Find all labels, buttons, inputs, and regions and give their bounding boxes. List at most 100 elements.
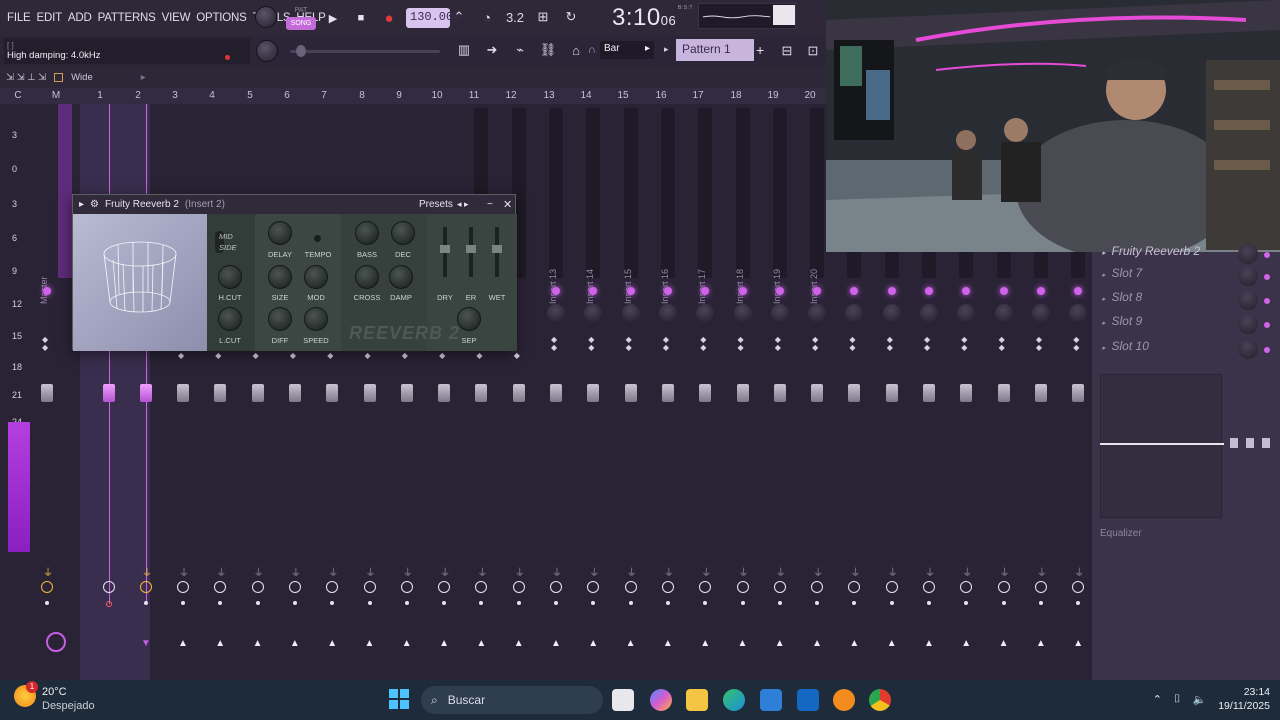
menu-patterns[interactable]: PATTERNS [95, 12, 159, 24]
strip-fader[interactable] [103, 384, 115, 402]
strip-mic-icon[interactable]: ⏚ [1037, 564, 1047, 579]
strip-mic-icon[interactable]: ⏚ [739, 564, 749, 579]
strip-route-icon[interactable] [475, 581, 488, 593]
strip-dot[interactable] [106, 601, 112, 607]
diff-knob[interactable] [268, 307, 292, 331]
strip-fader[interactable] [811, 384, 824, 402]
strip-io-icon[interactable]: ◆ ◆ [588, 336, 594, 352]
strip-fader[interactable] [773, 384, 786, 402]
strip-route-icon[interactable] [550, 581, 562, 593]
network-icon[interactable]: ⌷ [1174, 693, 1181, 706]
mixer-checkbox[interactable] [54, 72, 64, 82]
strip-dot[interactable] [1038, 601, 1043, 605]
taskbar-search[interactable]: ⌕ Buscar [421, 686, 603, 714]
slot-mix-knob[interactable] [1238, 244, 1258, 264]
strip-dot[interactable] [665, 601, 670, 605]
strip-dot[interactable] [181, 601, 185, 605]
strip-route-icon[interactable] [997, 581, 1010, 593]
strip-io-icon[interactable]: ◆ [476, 352, 482, 360]
effect-slot-10[interactable]: ▸ Slot 10 [1098, 339, 1274, 361]
slot-enable-dot[interactable] [1264, 252, 1270, 258]
strip-io-icon[interactable]: ◆ ◆ [700, 336, 706, 352]
chrome-icon[interactable] [869, 689, 891, 711]
mixer-strip-insert-18[interactable]: Insert 18 ◆ ◆ ⏚ ▲ [726, 104, 760, 680]
strip-route-arrow-icon[interactable]: ▲ [1073, 638, 1083, 649]
slot-enable-dot[interactable] [1264, 274, 1270, 280]
damp-knob[interactable] [389, 265, 413, 289]
windows-start-icon[interactable] [389, 689, 409, 709]
playlist-icon[interactable]: ⊟ [776, 40, 798, 62]
strip-route-arrow-icon[interactable]: ▲ [439, 638, 449, 649]
strip-fader[interactable] [661, 384, 674, 402]
strip-route-icon[interactable] [326, 581, 339, 593]
strip-fader[interactable] [400, 384, 413, 402]
strip-pan-knob[interactable] [770, 304, 789, 322]
main-volume-knob[interactable] [255, 6, 277, 28]
mixer-strip-insert-17[interactable]: Insert 17◆◆⏚▲ [688, 104, 722, 680]
strip-route-arrow-icon[interactable]: ▲ [476, 638, 486, 649]
strip-route-arrow-icon[interactable]: ▲ [626, 638, 636, 649]
strip-route-icon[interactable] [288, 581, 301, 593]
strip-dot[interactable] [442, 601, 447, 605]
strip-io-icon[interactable]: ◆ ◆ [1073, 336, 1079, 352]
strip-route-icon[interactable] [41, 581, 53, 593]
strip-enable-dot[interactable] [925, 287, 933, 295]
add-pattern-button[interactable]: + [756, 42, 764, 58]
plugin-title-bar[interactable]: ▸ ⚙ Fruity Reeverb 2 (Insert 2) Presets … [73, 195, 515, 214]
strip-fader[interactable] [251, 384, 264, 402]
strip-io-icon[interactable]: ◆ [365, 352, 371, 360]
presets-button[interactable]: Presets [419, 199, 453, 210]
strip-route-icon[interactable] [923, 581, 935, 593]
strip-mic-icon[interactable]: ⏚ [962, 564, 972, 579]
strip-route-icon[interactable] [177, 581, 189, 593]
mixer-strip-insert-1[interactable] [92, 104, 126, 680]
mixer-strip-insert-15[interactable]: Insert 15 ◆ ◆ ⏚ ▲ [614, 104, 648, 680]
hcut-knob[interactable] [218, 265, 242, 289]
strip-route-icon[interactable] [811, 581, 824, 593]
strip-enable-dot[interactable] [1036, 287, 1045, 295]
strip-fader[interactable] [997, 384, 1010, 402]
dry-slider[interactable] [440, 227, 450, 277]
strip-enable-dot[interactable] [43, 287, 51, 295]
channel-rack-icon[interactable]: ⊡ [802, 40, 824, 62]
mixer-strip-insert-4[interactable]: ◆ ⏚ ▲ [203, 104, 237, 680]
eq-band-2-fader[interactable] [1246, 438, 1254, 448]
strip-io-icon[interactable]: ◆ [514, 352, 520, 360]
file-explorer-icon[interactable] [686, 689, 708, 711]
strip-route-arrow-icon[interactable]: ▲ [1036, 638, 1046, 649]
strip-route-arrow-icon[interactable]: ▲ [215, 638, 225, 649]
strip-route-icon[interactable] [699, 581, 712, 593]
strip-io-icon[interactable]: ◆ ◆ [626, 336, 632, 352]
strip-io-icon[interactable]: ◆ ◆ [42, 336, 48, 352]
strip-enable-dot[interactable] [1074, 287, 1083, 295]
strip-io-icon[interactable]: ◆ ◆ [738, 336, 744, 352]
plugin-gear-icon[interactable]: ⚙ [90, 199, 99, 210]
slot-mix-knob[interactable] [1238, 339, 1258, 359]
strip-fader[interactable] [923, 384, 935, 402]
pat-song-toggle[interactable]: PAT SONG [286, 4, 316, 32]
strip-enable-dot[interactable] [663, 287, 672, 295]
task-view-icon[interactable] [612, 689, 634, 711]
slot-enable-dot[interactable] [1264, 347, 1270, 353]
menu-options[interactable]: OPTIONS [193, 12, 249, 24]
strip-fader[interactable] [288, 384, 301, 402]
strip-mic-icon[interactable]: ⏚ [254, 564, 264, 579]
strip-pan-knob[interactable] [882, 304, 901, 322]
stop-button[interactable]: ■ [350, 7, 372, 29]
minimize-icon[interactable]: − [487, 199, 493, 210]
strip-route-arrow-icon[interactable]: ▲ [551, 638, 561, 649]
close-icon[interactable]: ✕ [503, 198, 512, 211]
strip-dot[interactable] [255, 601, 260, 605]
preset-prev-icon[interactable]: ◂ [457, 199, 462, 209]
slot-mix-knob[interactable] [1238, 266, 1258, 286]
slot-enable-dot[interactable] [1264, 322, 1270, 328]
strip-dot[interactable] [45, 601, 49, 605]
mixer-strip-insert-19[interactable]: Insert 19 ◆ ◆ ⏚ ▲ [763, 104, 797, 680]
strip-route-icon[interactable] [587, 581, 600, 593]
mod-knob[interactable] [304, 265, 328, 289]
delay-knob[interactable] [268, 221, 292, 245]
strip-io-icon[interactable]: ◆ [327, 352, 333, 360]
metronome-icon[interactable]: ⌃ [448, 6, 470, 28]
strip-fader[interactable] [848, 384, 861, 402]
strip-route-arrow-icon[interactable]: ▲ [514, 638, 524, 649]
